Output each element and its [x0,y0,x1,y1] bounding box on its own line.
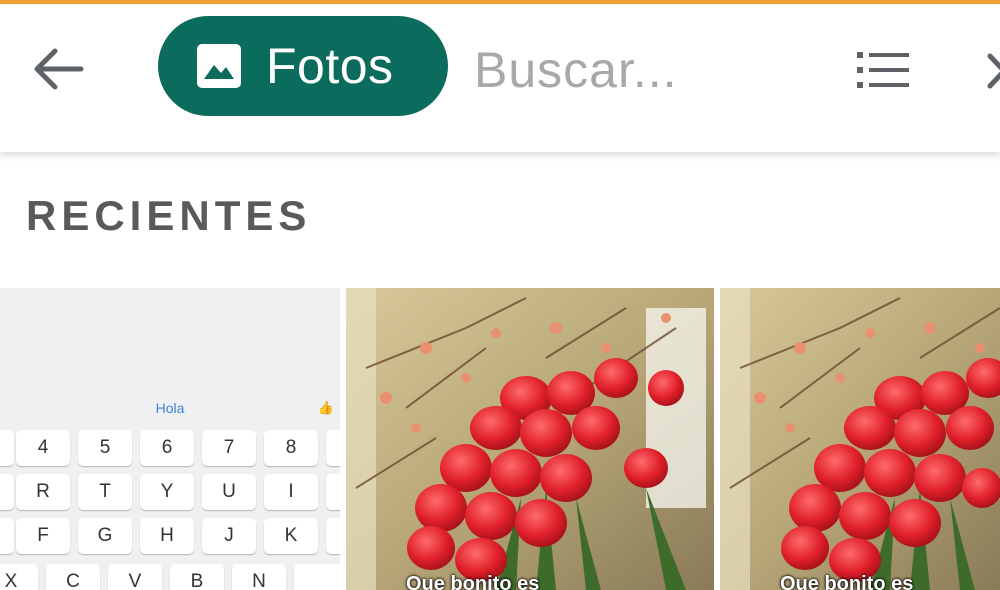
key: G [78,518,132,554]
close-button[interactable] [984,46,1000,96]
key: C [46,564,100,590]
key: 6 [140,430,194,466]
toolbar: Fotos [0,4,1000,152]
key [326,430,340,466]
thumbs-up-icon: 👍 [317,400,334,415]
keyboard-row: F G H J K [0,518,340,554]
key: N [232,564,286,590]
key: 7 [202,430,256,466]
keyboard-row: X C V B N [0,564,340,590]
thumbnail-tulips-photo[interactable]: Que bonito es [720,288,1000,590]
tulips-image [720,288,1000,590]
back-button[interactable] [26,38,88,100]
chip-label: Fotos [266,38,394,94]
key [294,564,340,590]
keyboard-suggestion: Hola [155,400,185,416]
key [326,474,340,510]
key: R [16,474,70,510]
close-icon [987,53,1000,89]
image-icon [196,43,242,89]
key [326,518,340,554]
image-caption: Que bonito es [780,573,914,590]
key: T [78,474,132,510]
key: I [264,474,318,510]
key: K [264,518,318,554]
list-view-button[interactable] [852,42,914,98]
key: B [170,564,224,590]
list-icon [857,52,909,88]
key: Y [140,474,194,510]
key: 8 [264,430,318,466]
media-grid: Hola 👍 4 5 6 7 8 R T Y U I F G H J K X C… [0,288,1000,590]
keyboard-row: 4 5 6 7 8 [0,430,340,466]
key: F [16,518,70,554]
key [0,474,14,510]
image-caption: Que bonito es [406,573,540,590]
key [0,430,14,466]
section-title: RECIENTES [26,192,312,239]
arrow-left-icon [34,48,84,90]
thumbnail-keyboard-screenshot[interactable]: Hola 👍 4 5 6 7 8 R T Y U I F G H J K X C… [0,288,340,590]
key: 4 [16,430,70,466]
key: J [202,518,256,554]
photos-filter-chip[interactable]: Fotos [158,16,448,116]
key: V [108,564,162,590]
search-input[interactable] [474,34,804,106]
key: X [0,564,38,590]
key [0,518,14,554]
keyboard-row: R T Y U I [0,474,340,510]
key: 5 [78,430,132,466]
thumbnail-tulips-photo[interactable]: Que bonito es [346,288,714,590]
key: H [140,518,194,554]
key: U [202,474,256,510]
tulips-image [346,288,714,590]
